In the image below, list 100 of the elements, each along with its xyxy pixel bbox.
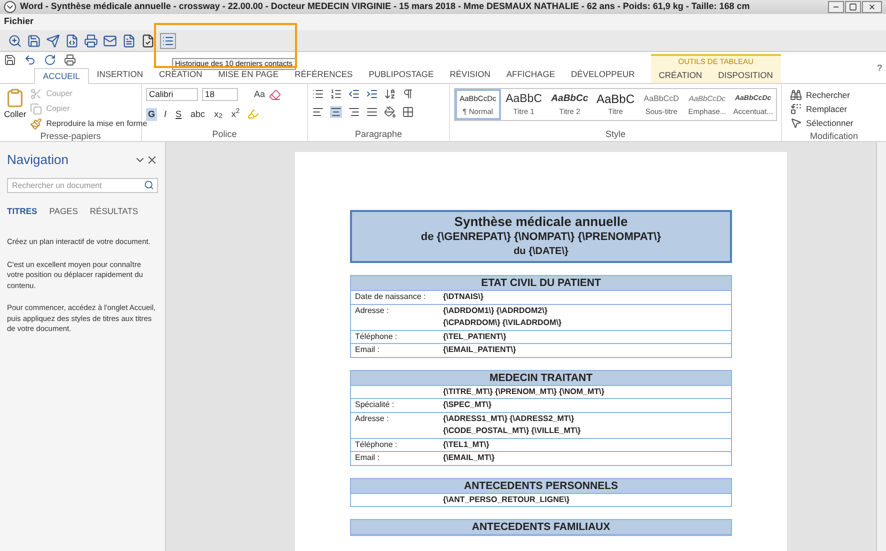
group-label: Modification (808, 130, 860, 143)
code-icon[interactable] (65, 34, 79, 48)
section-header: ANTECEDENTS PERSONNELS (351, 478, 731, 494)
increase-indent-icon[interactable] (366, 88, 378, 100)
pointer-icon (790, 117, 802, 129)
ribbon-tab[interactable]: MISE EN PAGE (210, 67, 287, 83)
align-right-icon[interactable] (348, 106, 360, 118)
table-cell-text: Email : (355, 344, 380, 356)
clipboard-button[interactable]: Reproduire la mise en forme (30, 118, 148, 130)
editing-button[interactable]: Remplacer (790, 102, 878, 116)
printer-icon[interactable] (64, 54, 76, 66)
save-icon[interactable] (27, 34, 41, 48)
paint-bucket-icon[interactable] (384, 106, 396, 118)
navigation-tab[interactable]: PAGES (49, 204, 78, 218)
restore-icon (849, 3, 857, 11)
ribbon-tab[interactable]: PUBLIPOSTAGE (360, 67, 442, 83)
group-label: Police (211, 128, 238, 140)
ribbon-tab[interactable]: ACCUEIL (34, 68, 89, 84)
table-cell-text: Adresse : (355, 412, 390, 424)
export-icon[interactable] (46, 34, 60, 48)
align-center-icon[interactable] (330, 106, 342, 118)
vertical-scrollbar[interactable] (876, 142, 886, 551)
format-button[interactable]: G (146, 108, 158, 121)
table-cell-text: {\CODE_POSTAL_MT\} {\VILLE_MT\} (443, 425, 581, 437)
eraser-icon[interactable] (269, 88, 282, 101)
search-icon[interactable] (144, 180, 154, 190)
ribbon-tab[interactable]: CRÉATION (650, 68, 710, 83)
magnifier-icon[interactable] (8, 34, 22, 48)
section-header: MEDECIN TRAITANT (351, 370, 731, 386)
section-header: ANTECEDENTS FAMILIAUX (351, 520, 731, 535)
change-case-button[interactable]: Aa (254, 88, 266, 102)
close-icon[interactable] (146, 154, 158, 166)
table-cell-text: {\EMAIL_MT\} (443, 452, 495, 464)
document-icon[interactable] (122, 34, 136, 48)
printer-icon[interactable] (84, 34, 98, 48)
ribbon-tab[interactable]: RÉFÉRENCES (286, 67, 361, 83)
close-button[interactable] (862, 1, 882, 13)
table-cell: {\TITRE_MT\} {\PRENOM_MT\} {\NOM_MT\} (443, 386, 604, 398)
clipboard-icon (5, 88, 26, 108)
help-button[interactable]: ? (876, 62, 882, 75)
navigation-tab[interactable]: RÉSULTATS (90, 204, 138, 218)
section-header: ETAT CIVIL DU PATIENT (351, 276, 731, 291)
table-cell: {\TEL1_MT\} (443, 438, 490, 451)
pane-title: Navigation (7, 151, 68, 169)
table-cell-text: Date de naissance : (355, 291, 427, 303)
binoculars-icon (790, 89, 802, 101)
ribbon-tab[interactable]: AFFICHAGE (498, 67, 563, 83)
format-button[interactable]: x$_{2}$ (212, 108, 224, 121)
numbered-list-icon[interactable] (330, 88, 342, 100)
group-label: Style (604, 128, 626, 141)
format-button[interactable]: abc (188, 108, 208, 121)
ribbon-tab[interactable]: DISPOSITION (710, 68, 781, 83)
minimize-button[interactable] (828, 1, 844, 13)
editing-button[interactable]: Sélectionner (790, 116, 878, 130)
table-cell-text: Téléphone : (355, 330, 398, 343)
ribbon-tab[interactable]: INSERTION (88, 67, 151, 83)
table-cell-text: Email : (355, 452, 380, 464)
table-cell-text: Spécialité : (355, 399, 396, 411)
paste-button[interactable]: Coller (4, 88, 26, 130)
search-field[interactable]: Rechercher un document (7, 178, 158, 192)
close-icon (868, 3, 876, 11)
format-button[interactable]: x$^{2}$ (229, 108, 242, 121)
group-label: Paragraphe (354, 128, 404, 141)
pilcrow-icon[interactable] (402, 88, 414, 100)
menu-item[interactable]: Fichier (4, 15, 34, 29)
scissors-icon (30, 88, 42, 100)
contact-history-button[interactable] (160, 32, 176, 48)
group-label: Presse-papiers (39, 130, 102, 143)
envelope-icon[interactable] (103, 34, 117, 48)
navigation-tab[interactable]: TITRES (7, 204, 38, 218)
align-left-icon[interactable] (312, 106, 324, 118)
copy-icon (30, 103, 42, 115)
document-heading: Synthèse médicale annuelle (454, 214, 628, 230)
format-button[interactable]: S (174, 108, 184, 121)
table-cell-text: {\ADRDOM1\} {\ADRDOM2\} (443, 304, 548, 317)
redo-icon[interactable] (44, 54, 56, 66)
justify-icon[interactable] (366, 106, 378, 118)
table-cell-text: {\CPADRDOM\} {\VILADRDOM\} (443, 317, 562, 329)
table-cell-text: {\ADRESS1_MT\} {\ADRESS2_MT\} (443, 412, 576, 425)
save-icon[interactable] (4, 54, 16, 66)
ribbon-tab[interactable]: RÉVISION (442, 67, 498, 83)
undo-icon[interactable] (24, 54, 36, 66)
table-cell-text: Adresse : (355, 304, 390, 316)
format-button[interactable]: I (162, 108, 169, 121)
window-menu-icon[interactable] (4, 1, 16, 13)
ribbon-tab[interactable]: CRÉATION (150, 67, 210, 83)
sort-icon[interactable] (384, 88, 396, 100)
table-cell-text: {\SPEC_MT\} (443, 399, 492, 411)
font-size-field[interactable]: 18 (202, 88, 238, 102)
editing-button[interactable]: Rechercher (790, 88, 878, 102)
borders-icon[interactable] (402, 106, 414, 118)
font-family-field[interactable]: Calibri (146, 88, 198, 102)
table-cell: {\ANT_PERSO_RETOUR_LIGNE\} (443, 494, 570, 506)
replace-icon (790, 103, 802, 115)
table-cell: {\TEL_PATIENT\} (443, 330, 506, 343)
ribbon-tab[interactable]: DÉVELOPPEUR (563, 67, 643, 83)
table-cell-text: Téléphone : (355, 438, 398, 451)
maximize-button[interactable] (845, 1, 861, 13)
document-check-icon[interactable] (141, 34, 155, 48)
decrease-indent-icon[interactable] (348, 88, 360, 100)
